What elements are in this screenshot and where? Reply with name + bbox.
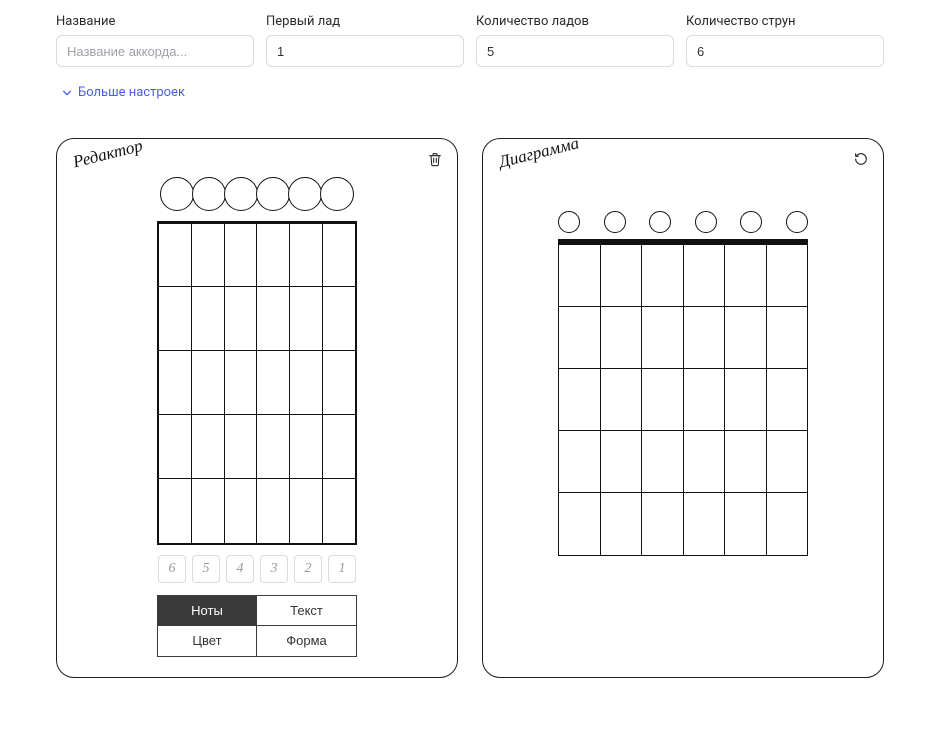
open-string-slot: [558, 211, 580, 233]
diagram-open-strings: [558, 211, 808, 233]
reset-button[interactable]: [853, 151, 869, 171]
editor-title: Редактор: [71, 135, 145, 172]
open-string-slot[interactable]: [320, 177, 354, 211]
open-string-slot: [786, 211, 808, 233]
num-frets-input[interactable]: [476, 35, 674, 67]
param-label-first-fret: Первый лад: [266, 14, 464, 29]
undo-icon: [853, 151, 869, 167]
param-label-name: Название: [56, 14, 254, 29]
open-string-slot: [695, 211, 717, 233]
more-settings-label: Больше настроек: [78, 85, 185, 100]
diagram-fretboard: [558, 245, 808, 556]
param-label-num-strings: Количество струн: [686, 14, 884, 29]
diagram-title: Диаграмма: [497, 133, 581, 172]
tuning-slot[interactable]: 2: [294, 555, 322, 583]
param-label-num-frets: Количество ладов: [476, 14, 674, 29]
tab-color[interactable]: Цвет: [158, 626, 257, 656]
tuning-slot[interactable]: 4: [226, 555, 254, 583]
tuning-slot[interactable]: 5: [192, 555, 220, 583]
editor-card: Редактор 654321 Ноты Текст Цвет Форма: [56, 138, 458, 678]
editor-tab-buttons: Ноты Текст Цвет Форма: [157, 595, 357, 657]
delete-button[interactable]: [427, 151, 443, 171]
editor-tuning-row: 654321: [158, 555, 356, 583]
first-fret-input[interactable]: [266, 35, 464, 67]
open-string-slot[interactable]: [224, 177, 258, 211]
open-string-slot[interactable]: [256, 177, 290, 211]
tuning-slot[interactable]: 1: [328, 555, 356, 583]
editor-fretboard[interactable]: [157, 221, 357, 545]
more-settings-toggle[interactable]: Больше настроек: [62, 85, 185, 100]
tab-text[interactable]: Текст: [257, 596, 356, 626]
open-string-slot[interactable]: [288, 177, 322, 211]
tab-notes[interactable]: Ноты: [158, 596, 257, 626]
chord-name-input[interactable]: [56, 35, 254, 67]
trash-icon: [427, 151, 443, 167]
open-string-slot: [740, 211, 762, 233]
num-strings-input[interactable]: [686, 35, 884, 67]
editor-open-strings[interactable]: [73, 177, 441, 211]
open-string-slot[interactable]: [192, 177, 226, 211]
tuning-slot[interactable]: 6: [158, 555, 186, 583]
chevron-down-icon: [62, 88, 72, 98]
tab-shape[interactable]: Форма: [257, 626, 356, 656]
open-string-slot: [649, 211, 671, 233]
tuning-slot[interactable]: 3: [260, 555, 288, 583]
diagram-card: Диаграмма: [482, 138, 884, 678]
open-string-slot: [604, 211, 626, 233]
open-string-slot[interactable]: [160, 177, 194, 211]
